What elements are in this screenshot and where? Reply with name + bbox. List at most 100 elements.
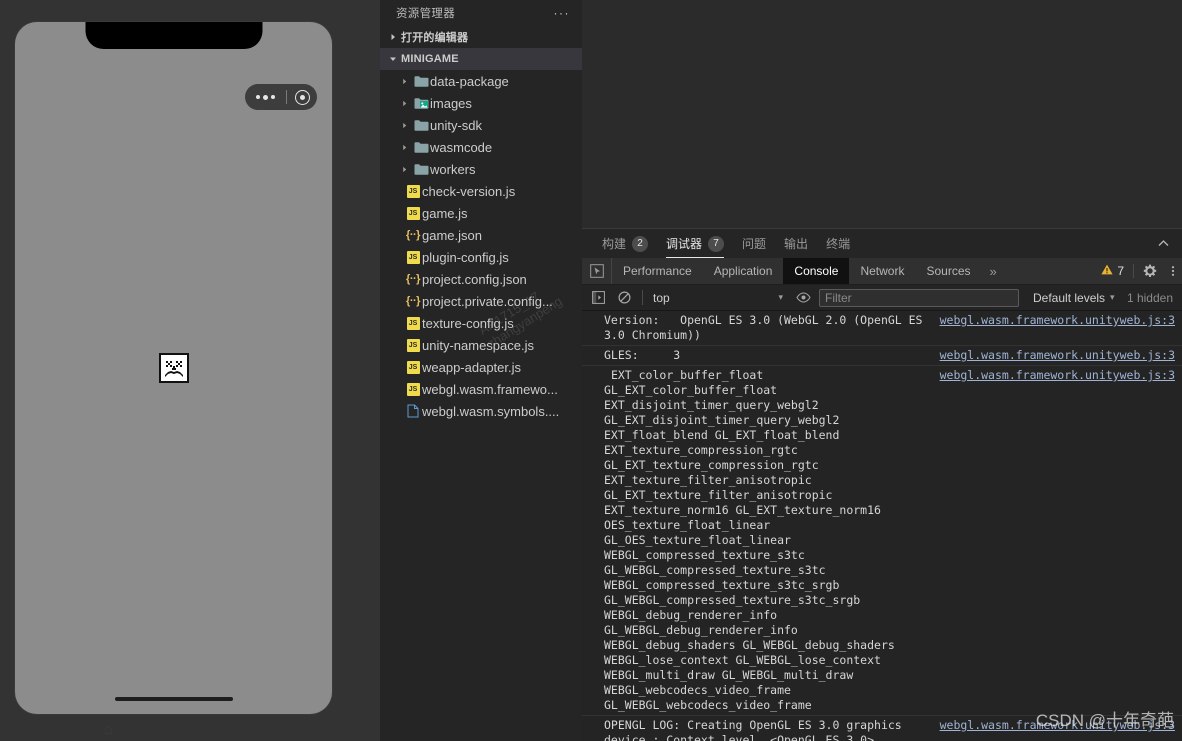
tree-folder-images[interactable]: images — [380, 92, 582, 114]
message-gutter — [582, 313, 604, 314]
kebab-menu-icon[interactable] — [1164, 258, 1182, 284]
tab-build[interactable]: 构建 2 — [593, 229, 657, 258]
message-source-link[interactable]: webgl.wasm.framework.unityweb.js:3 — [934, 368, 1182, 383]
hidden-messages-count[interactable]: 1 hidden — [1127, 291, 1182, 305]
console-filter-input[interactable]: Filter — [819, 288, 1019, 307]
chevron-right-icon[interactable] — [385, 33, 401, 41]
tree-file-unity-namespace-js[interactable]: JS unity-namespace.js — [380, 334, 582, 356]
message-text: OPENGL LOG: Creating OpenGL ES 3.0 graph… — [604, 718, 909, 741]
tree-label: project.private.config... — [422, 293, 553, 309]
console-message[interactable]: OPENGL LOG: Creating OpenGL ES 3.0 graph… — [582, 716, 1182, 741]
tree-file-texture-config-js[interactable]: JS texture-config.js — [380, 312, 582, 334]
minigame-label: MINIGAME — [401, 53, 459, 65]
tree-folder-workers[interactable]: workers — [380, 158, 582, 180]
json-file-icon: {··} — [406, 273, 420, 285]
chevron-right-icon[interactable] — [396, 166, 412, 173]
live-expression-icon[interactable] — [791, 292, 815, 303]
console-message[interactable]: EXT_color_buffer_float GL_EXT_color_buff… — [582, 366, 1182, 716]
folder-icon — [412, 119, 430, 132]
chevron-right-icon[interactable] — [396, 100, 412, 107]
tree-label: webgl.wasm.symbols.... — [422, 403, 560, 419]
devtools-tab-console[interactable]: Console — [783, 258, 850, 284]
inspect-element-icon[interactable] — [582, 258, 612, 284]
message-source-link[interactable]: webgl.wasm.framework.unityweb.js:3 — [934, 348, 1182, 363]
target-icon[interactable] — [287, 89, 317, 105]
tree-file-project-private-config-json[interactable]: {··} project.private.config... — [380, 290, 582, 312]
devtools-tab-performance[interactable]: Performance — [612, 258, 703, 284]
log-level-value: Default levels — [1033, 290, 1106, 305]
tree-file-project-config-json[interactable]: {··} project.config.json — [380, 268, 582, 290]
execution-context-selector[interactable]: top ▾ — [649, 291, 789, 305]
tree-file-check-version-js[interactable]: JS check-version.js — [380, 180, 582, 202]
chevron-right-icon[interactable] — [396, 122, 412, 129]
clear-console-icon[interactable] — [612, 291, 636, 304]
chevron-down-icon: ▾ — [778, 292, 783, 302]
tab-debugger-badge: 7 — [708, 235, 725, 252]
json-file-icon: {··} — [406, 295, 420, 307]
tab-debugger[interactable]: 调试器 7 — [657, 229, 733, 258]
panel-tabbar: 构建 2 调试器 7 问题 输出 终端 — [582, 229, 1182, 258]
folder-icon — [412, 141, 430, 154]
devtools-tab-label: Sources — [926, 264, 971, 278]
console-sidebar-icon[interactable] — [586, 291, 610, 304]
tree-folder-data-package[interactable]: data-package — [380, 70, 582, 92]
tree-file-game-js[interactable]: JS game.js — [380, 202, 582, 224]
message-source-link[interactable]: webgl.wasm.framework.unityweb.js:3 — [934, 718, 1182, 733]
console-message[interactable]: GLES: 3 webgl.wasm.framework.unityweb.js… — [582, 346, 1182, 366]
tree-file-weapp-adapter-js[interactable]: JS weapp-adapter.js — [380, 356, 582, 378]
tabbar-divider — [1133, 264, 1134, 278]
devtools-tab-application[interactable]: Application — [703, 258, 784, 284]
message-gutter — [582, 348, 604, 349]
simulator-toolbar-ghost-icon: ⌂ — [104, 721, 114, 738]
devtools-tab-label: Performance — [623, 264, 692, 278]
devtools-tab-sources[interactable]: Sources — [915, 258, 981, 284]
log-level-selector[interactable]: Default levels ▾ — [1033, 291, 1115, 305]
tree-label: game.json — [422, 227, 482, 243]
devtools-tab-label: Network — [860, 264, 905, 278]
phone-frame[interactable] — [15, 22, 332, 714]
tree-label: game.js — [422, 205, 468, 221]
tab-terminal[interactable]: 终端 — [817, 229, 859, 258]
explorer-sidebar: 资源管理器 ··· 打开的编辑器 MINIGAME data-package i… — [380, 0, 582, 741]
tree-label: workers — [430, 161, 476, 177]
tree-folder-unity-sdk[interactable]: unity-sdk — [380, 114, 582, 136]
chevron-down-icon[interactable] — [385, 55, 401, 63]
js-file-icon: JS — [404, 360, 422, 374]
sidebar-item-minigame[interactable]: MINIGAME — [380, 48, 582, 70]
text-file-icon — [404, 404, 422, 418]
explorer-more-icon[interactable]: ··· — [554, 6, 571, 20]
sidebar-item-open-editors[interactable]: 打开的编辑器 — [380, 26, 582, 48]
devtools-tabbar: Performance Application Console Network … — [582, 258, 1182, 285]
message-source-link[interactable]: webgl.wasm.framework.unityweb.js:3 — [934, 313, 1182, 328]
tree-file-game-json[interactable]: {··} game.json — [380, 224, 582, 246]
tab-problems[interactable]: 问题 — [733, 229, 775, 258]
tree-file-webgl-wasm-framework-js[interactable]: JS webgl.wasm.framewo... — [380, 378, 582, 400]
console-messages[interactable]: Version: OpenGL ES 3.0 (WebGL 2.0 (OpenG… — [582, 311, 1182, 741]
tab-problems-label: 问题 — [742, 237, 767, 251]
tree-label: images — [430, 95, 472, 111]
gear-icon[interactable] — [1136, 258, 1164, 284]
ellipsis-icon[interactable] — [245, 94, 286, 100]
tab-terminal-label: 终端 — [826, 237, 851, 251]
miniprogram-capsule-bar[interactable] — [245, 84, 317, 110]
tree-file-webgl-wasm-symbols[interactable]: webgl.wasm.symbols.... — [380, 400, 582, 422]
chevron-right-icon[interactable] — [396, 144, 412, 151]
more-tabs-icon[interactable]: » — [982, 258, 1005, 284]
devtools-tab-network[interactable]: Network — [849, 258, 915, 284]
devtools-tab-label: Console — [794, 264, 839, 278]
js-file-icon: JS — [404, 250, 422, 264]
tab-build-badge: 2 — [632, 235, 649, 252]
open-editors-label: 打开的编辑器 — [401, 32, 469, 44]
tree-file-plugin-config-js[interactable]: JS plugin-config.js — [380, 246, 582, 268]
warning-count-indicator[interactable]: 7 — [1094, 258, 1131, 284]
tab-output[interactable]: 输出 — [775, 229, 817, 258]
chevron-right-icon[interactable] — [396, 78, 412, 85]
tree-label: unity-sdk — [430, 117, 483, 133]
js-file-icon: JS — [404, 184, 422, 198]
message-text: GLES: 3 — [604, 348, 681, 362]
broken-image-sad-face-icon — [158, 353, 189, 383]
console-message[interactable]: Version: OpenGL ES 3.0 (WebGL 2.0 (OpenG… — [582, 311, 1182, 346]
tree-folder-wasmcode[interactable]: wasmcode — [380, 136, 582, 158]
message-gutter — [582, 718, 604, 719]
chevron-up-icon[interactable] — [1157, 229, 1170, 258]
